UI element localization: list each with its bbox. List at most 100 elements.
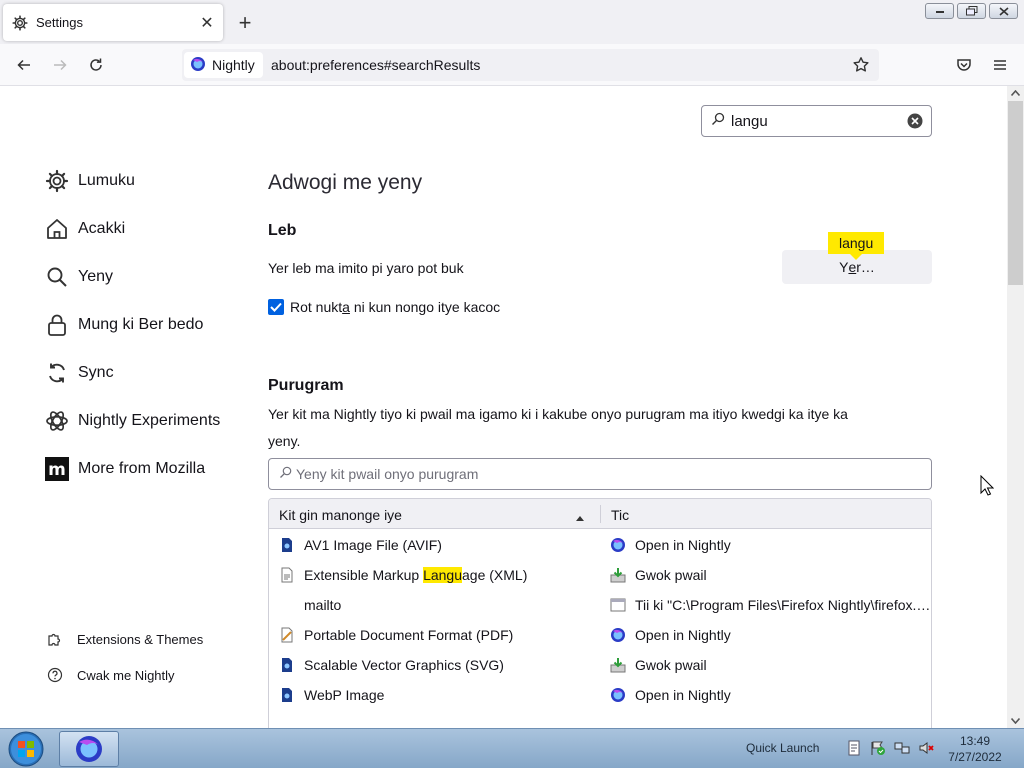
tab-settings[interactable]: Settings ✕ (3, 4, 223, 41)
search-icon (279, 466, 292, 482)
reload-icon (90, 58, 102, 71)
table-row[interactable]: mailto Tii ki "C:\Program Files\Firefox … (269, 590, 931, 620)
preferences-search-input[interactable]: langu (701, 105, 932, 137)
sidebar-item-general[interactable]: Lumuku (44, 168, 135, 194)
quick-launch-label[interactable]: Quick Launch (746, 741, 819, 755)
content-type-cell: Extensible Markup Language (XML) (304, 567, 528, 583)
action-cell[interactable]: Open in Nightly (635, 537, 931, 553)
tab-title: Settings (36, 15, 83, 30)
footer-label: Extensions & Themes (77, 631, 204, 647)
window-controls (925, 3, 1018, 19)
address-bar[interactable]: Nightly about:preferences#searchResults (182, 49, 879, 81)
search-icon (711, 112, 725, 131)
back-arrow-icon (17, 59, 30, 71)
sidebar-item-more-from-mozilla[interactable]: m More from Mozilla (44, 456, 205, 482)
action-center-flag-icon[interactable] (870, 740, 886, 756)
sidebar-item-sync[interactable]: Sync (44, 360, 114, 386)
save-file-icon (610, 657, 626, 673)
sidebar-item-label: Mung ki Ber bedo (78, 316, 204, 333)
minimize-button[interactable] (925, 3, 954, 19)
content-type-cell: WebP Image (304, 687, 385, 703)
footer-label: Cwak me Nightly (77, 667, 175, 683)
tab-strip: Settings ✕ + (0, 0, 1024, 44)
column-header-content-type[interactable]: Kit gin manonge iye (279, 507, 402, 523)
network-icon[interactable] (894, 740, 910, 756)
identity-label: Nightly (212, 57, 255, 73)
mozilla-logo-icon: m (44, 456, 70, 482)
content-type-cell: Scalable Vector Graphics (SVG) (304, 657, 504, 673)
vertical-scrollbar[interactable] (1007, 86, 1024, 728)
menu-button[interactable] (986, 51, 1014, 79)
back-button[interactable] (10, 51, 38, 79)
url-text[interactable]: about:preferences#searchResults (271, 57, 480, 73)
action-cell[interactable]: Tii ki "C:\Program Files\Firefox Nightly… (635, 597, 931, 613)
content-type-cell: AV1 Image File (AVIF) (304, 537, 442, 553)
sort-ascending-icon (575, 509, 585, 525)
taskbar-nightly-button[interactable] (59, 731, 119, 767)
sidebar-item-search[interactable]: Yeny (44, 264, 113, 290)
spellcheck-label: Rot nukta ni kun nongo itye kacoc (290, 299, 501, 315)
gear-icon (11, 14, 29, 32)
notes-tray-icon[interactable] (846, 740, 862, 756)
button-text: Y (839, 259, 849, 275)
search-highlight: Langu (423, 567, 462, 583)
help-link[interactable]: Cwak me Nightly (46, 666, 175, 684)
system-clock[interactable]: 13:49 7/27/2022 (940, 733, 1010, 765)
new-tab-button[interactable]: + (232, 10, 258, 36)
search-query[interactable]: langu (731, 113, 906, 130)
close-window-button[interactable] (989, 3, 1018, 19)
language-description: Yer leb ma imito pi yaro pot buk (268, 260, 464, 276)
column-divider[interactable] (600, 505, 601, 523)
action-cell[interactable]: Open in Nightly (635, 627, 931, 643)
navigation-toolbar: Nightly about:preferences#searchResults (0, 44, 1024, 86)
bookmark-star-icon[interactable] (849, 53, 873, 77)
forward-button[interactable] (46, 51, 74, 79)
scroll-up-arrow-icon[interactable] (1007, 86, 1024, 100)
table-row[interactable]: AV1 Image File (AVIF) Open in Nightly (269, 530, 931, 560)
sidebar-item-label: Acakki (78, 220, 126, 237)
pocket-button[interactable] (950, 51, 978, 79)
table-row[interactable]: Scalable Vector Graphics (SVG) Gwok pwai… (269, 650, 931, 680)
access-key: e (848, 259, 857, 275)
nightly-icon (610, 537, 626, 553)
applications-description-line-1: Yer kit ma Nightly tiyo ki pwail ma igam… (268, 406, 848, 422)
start-button[interactable] (4, 730, 48, 768)
action-cell[interactable]: Open in Nightly (635, 687, 931, 703)
spellcheck-option[interactable]: Rot nukta ni kun nongo itye kacoc (268, 299, 500, 315)
sidebar-item-label: Lumuku (78, 172, 135, 189)
applications-table: Kit gin manonge iye Tic AV1 Image File (… (268, 498, 932, 728)
scrollbar-thumb[interactable] (1008, 101, 1023, 285)
clear-search-icon[interactable] (906, 112, 924, 130)
pocket-icon (957, 59, 971, 71)
spellcheck-checkbox[interactable] (268, 299, 284, 315)
identity-box[interactable]: Nightly (184, 52, 263, 78)
table-row[interactable]: Portable Document Format (PDF) Open in N… (269, 620, 931, 650)
nightly-icon (190, 56, 206, 75)
table-row[interactable]: Extensible Markup Language (XML) Gwok pw… (269, 560, 931, 590)
scroll-down-arrow-icon[interactable] (1007, 714, 1024, 728)
save-file-icon (610, 567, 626, 583)
image-file-icon (279, 687, 295, 703)
reload-button[interactable] (82, 51, 110, 79)
sidebar-item-home[interactable]: Acakki (44, 216, 125, 242)
restore-button[interactable] (957, 3, 986, 19)
close-tab-icon[interactable]: ✕ (195, 11, 219, 35)
extensions-themes-link[interactable]: Extensions & Themes (46, 630, 203, 648)
page-title: Adwogi me yeny (268, 171, 423, 194)
search-icon (44, 264, 70, 290)
svg-text:m: m (48, 460, 66, 480)
flask-icon (44, 408, 70, 434)
action-cell[interactable]: Gwok pwail (635, 567, 931, 583)
sidebar-item-experiments[interactable]: Nightly Experiments (44, 408, 220, 434)
pdf-file-icon (279, 627, 295, 643)
applications-filter-input[interactable]: Yeny kit pwail onyo purugram (268, 458, 932, 490)
sidebar-item-privacy[interactable]: Mung ki Ber bedo (44, 312, 203, 338)
taskbar: Quick Launch 13:49 7/27/2022 (0, 728, 1024, 768)
volume-muted-icon[interactable] (918, 740, 934, 756)
content-type-cell: mailto (304, 597, 342, 613)
nightly-icon (76, 736, 102, 762)
forward-arrow-icon (54, 59, 67, 71)
column-header-action[interactable]: Tic (611, 507, 629, 523)
table-row[interactable]: WebP Image Open in Nightly (269, 680, 931, 710)
action-cell[interactable]: Gwok pwail (635, 657, 931, 673)
